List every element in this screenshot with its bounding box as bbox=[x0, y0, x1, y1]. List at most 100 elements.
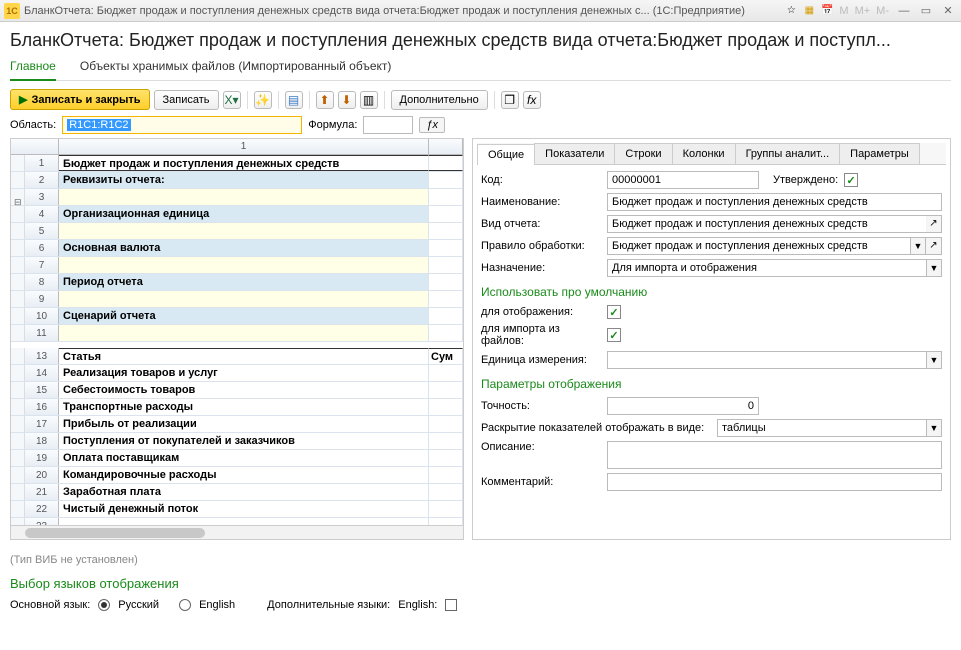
precision-input[interactable] bbox=[607, 397, 759, 415]
prop-tab[interactable]: Общие bbox=[477, 144, 535, 165]
sheet-row[interactable]: 8Период отчета bbox=[11, 274, 463, 291]
prop-tab[interactable]: Колонки bbox=[672, 143, 736, 164]
doc-icon[interactable]: ▥ bbox=[360, 91, 378, 109]
app-logo: 1C bbox=[4, 3, 20, 19]
col-header-1[interactable]: 1 bbox=[59, 139, 429, 154]
for-import-label: для импорта из файлов: bbox=[481, 323, 601, 347]
sheet-row[interactable]: 16Транспортные расходы bbox=[11, 399, 463, 416]
sheet-row[interactable]: 20Командировочные расходы bbox=[11, 467, 463, 484]
prop-tab[interactable]: Параметры bbox=[839, 143, 920, 164]
sheet-row[interactable]: 15Себестоимость товаров bbox=[11, 382, 463, 399]
sheet-icon[interactable]: ▤ bbox=[285, 91, 303, 109]
sheet-row[interactable]: 3 bbox=[11, 189, 463, 206]
spreadsheet[interactable]: 1 ⊟ 1Бюджет продаж и поступления денежны… bbox=[10, 138, 464, 540]
more-button[interactable]: Дополнительно bbox=[391, 90, 488, 110]
memory-mminus[interactable]: M- bbox=[876, 5, 889, 17]
lang-header: Выбор языков отображения bbox=[10, 576, 951, 591]
radio-russian[interactable] bbox=[98, 599, 110, 611]
excel-icon[interactable]: X▾ bbox=[223, 91, 241, 109]
sheet-row[interactable]: 4Организационная единица bbox=[11, 206, 463, 223]
unfold-dropdown-icon[interactable]: ▼ bbox=[926, 419, 942, 437]
page-title: БланкОтчета: Бюджет продаж и поступления… bbox=[10, 30, 951, 51]
import-icon[interactable]: ⬆ bbox=[316, 91, 334, 109]
unfold-input[interactable] bbox=[717, 419, 926, 437]
prop-tab[interactable]: Строки bbox=[614, 143, 672, 164]
sheet-row[interactable]: 7 bbox=[11, 257, 463, 274]
comment-label: Комментарий: bbox=[481, 476, 601, 488]
unit-dropdown-icon[interactable]: ▼ bbox=[926, 351, 942, 369]
copy-icon[interactable]: ❐ bbox=[501, 91, 519, 109]
memory-mplus[interactable]: M+ bbox=[855, 5, 871, 17]
star-icon[interactable]: ☆ bbox=[783, 3, 799, 19]
purpose-input[interactable] bbox=[607, 259, 926, 277]
sheet-row[interactable]: 5 bbox=[11, 223, 463, 240]
purpose-dropdown-icon[interactable]: ▼ bbox=[926, 259, 942, 277]
tab-objects[interactable]: Объекты хранимых файлов (Импортированный… bbox=[80, 59, 392, 80]
approved-checkbox[interactable]: ✓ bbox=[844, 173, 858, 187]
export-icon[interactable]: ⬇ bbox=[338, 91, 356, 109]
sheet-row[interactable]: 18Поступления от покупателей и заказчико… bbox=[11, 433, 463, 450]
for-import-checkbox[interactable]: ✓ bbox=[607, 328, 621, 342]
nav-tabs: Главное Объекты хранимых файлов (Импорти… bbox=[10, 59, 951, 81]
sheet-row[interactable]: 23 bbox=[11, 518, 463, 525]
formula-label: Формула: bbox=[308, 119, 357, 131]
window-title: БланкОтчета: Бюджет продаж и поступления… bbox=[24, 5, 783, 17]
sheet-row[interactable]: 22Чистый денежный поток bbox=[11, 501, 463, 518]
sheet-row[interactable]: 9 bbox=[11, 291, 463, 308]
sheet-row[interactable]: 17Прибыль от реализации bbox=[11, 416, 463, 433]
area-label: Область: bbox=[10, 119, 56, 131]
unit-input[interactable] bbox=[607, 351, 926, 369]
prop-tab[interactable]: Группы аналит... bbox=[735, 143, 841, 164]
sheet-row[interactable]: 2Реквизиты отчета: bbox=[11, 172, 463, 189]
window-titlebar: 1C БланкОтчета: Бюджет продаж и поступле… bbox=[0, 0, 961, 22]
rule-input[interactable] bbox=[607, 237, 910, 255]
add-lang-label: Дополнительные языки: bbox=[267, 599, 390, 611]
formula-input[interactable] bbox=[363, 116, 413, 134]
tree-collapse-icon[interactable]: ⊟ bbox=[14, 197, 22, 208]
sheet-row[interactable]: 1Бюджет продаж и поступления денежных ср… bbox=[11, 155, 463, 172]
prop-tabs: ОбщиеПоказателиСтрокиКолонкиГруппы анали… bbox=[477, 143, 946, 165]
save-button[interactable]: Записать bbox=[154, 90, 219, 110]
sheet-row[interactable]: 21Заработная плата bbox=[11, 484, 463, 501]
for-display-label: для отображения: bbox=[481, 306, 601, 318]
prop-tab[interactable]: Показатели bbox=[534, 143, 615, 164]
type-open-icon[interactable]: ↗ bbox=[926, 215, 942, 233]
desc-input[interactable] bbox=[607, 441, 942, 469]
radio-english[interactable] bbox=[179, 599, 191, 611]
lang-en-label: English bbox=[199, 599, 235, 611]
maximize-button[interactable]: ▭ bbox=[917, 3, 935, 19]
for-display-checkbox[interactable]: ✓ bbox=[607, 305, 621, 319]
purpose-label: Назначение: bbox=[481, 262, 601, 274]
approved-label: Утверждено: bbox=[773, 174, 838, 186]
checkbox-english-extra[interactable] bbox=[445, 599, 457, 611]
comment-input[interactable] bbox=[607, 473, 942, 491]
minimize-button[interactable]: — bbox=[895, 3, 913, 19]
sheet-row[interactable]: 6Основная валюта bbox=[11, 240, 463, 257]
sheet-row[interactable]: 14Реализация товаров и услуг bbox=[11, 365, 463, 382]
area-input[interactable]: R1C1:R1C2 bbox=[62, 116, 302, 134]
tab-main[interactable]: Главное bbox=[10, 59, 56, 81]
horizontal-scrollbar[interactable] bbox=[11, 525, 463, 539]
calendar-icon[interactable]: 📅 bbox=[819, 3, 835, 19]
rule-dropdown-icon[interactable]: ▼ bbox=[910, 237, 926, 255]
wand-icon[interactable]: ✨ bbox=[254, 91, 272, 109]
fx-icon[interactable]: fx bbox=[523, 91, 541, 109]
sheet-row[interactable]: 10Сценарий отчета bbox=[11, 308, 463, 325]
name-input[interactable] bbox=[607, 193, 942, 211]
unit-label: Единица измерения: bbox=[481, 354, 601, 366]
sheet-row[interactable]: 19Оплата поставщикам bbox=[11, 450, 463, 467]
memory-m[interactable]: M bbox=[839, 5, 848, 17]
calc-icon[interactable]: ▦ bbox=[801, 3, 817, 19]
lang-ru-label: Русский bbox=[118, 599, 159, 611]
close-button[interactable]: ✕ bbox=[939, 3, 957, 19]
rule-open-icon[interactable]: ↗ bbox=[926, 237, 942, 255]
sheet-row[interactable]: 13СтатьяСум bbox=[11, 348, 463, 365]
precision-label: Точность: bbox=[481, 400, 601, 412]
type-input[interactable] bbox=[607, 215, 926, 233]
properties-pane: ОбщиеПоказателиСтрокиКолонкиГруппы анали… bbox=[472, 138, 951, 540]
fx-button[interactable]: ƒx bbox=[419, 117, 445, 133]
lang-en2-label: English: bbox=[398, 599, 437, 611]
sheet-row[interactable]: 11 bbox=[11, 325, 463, 342]
save-close-button[interactable]: ▶Записать и закрыть bbox=[10, 89, 150, 110]
code-input[interactable] bbox=[607, 171, 759, 189]
